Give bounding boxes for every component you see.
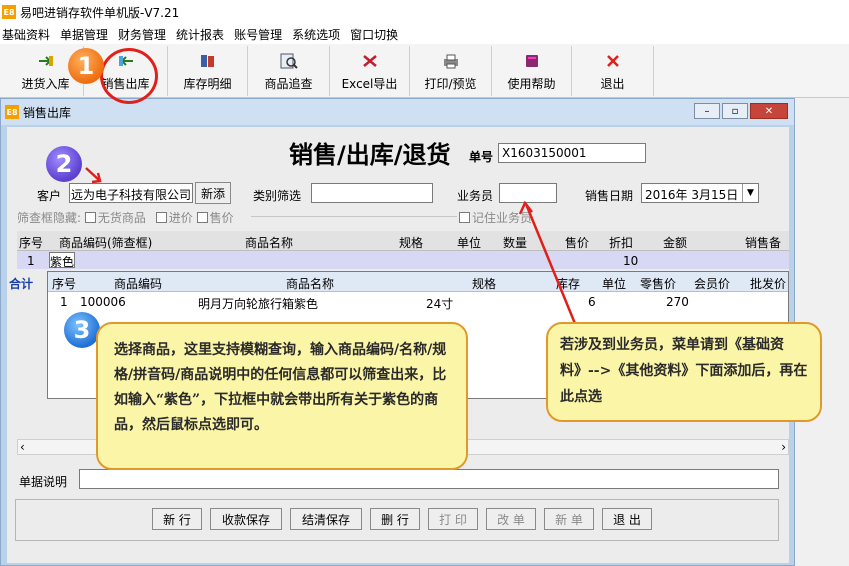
annotation-arrows bbox=[85, 167, 578, 327]
callout-product-search: 选择商品，这里支持模糊查询，输入商品编码/名称/规格/拼音码/商品说明中的任何信… bbox=[96, 322, 468, 470]
callout-salesman: 若涉及到业务员，菜单请到《基础资料》-->《其他资料》下面添加后，再在此点选 bbox=[546, 322, 822, 422]
arrow-salesman-line bbox=[524, 203, 578, 327]
